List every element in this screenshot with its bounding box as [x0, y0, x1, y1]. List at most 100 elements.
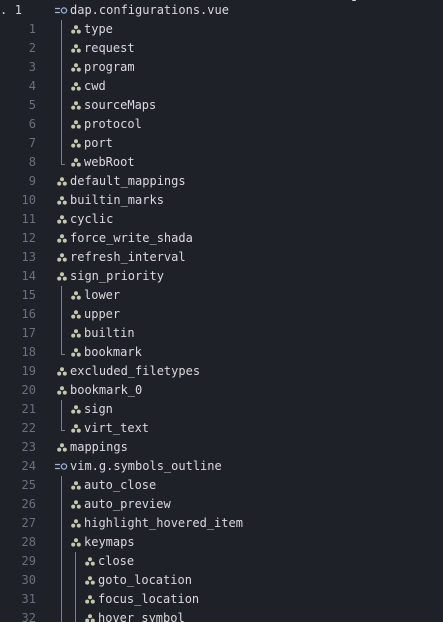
symbol-label: sign — [84, 402, 113, 416]
outline-row[interactable]: 13 refresh_interval — [0, 248, 443, 267]
node-icon — [71, 77, 81, 96]
outline-row[interactable]: 19 excluded_filetypes — [0, 362, 443, 381]
outline-row[interactable]: 1 type — [0, 20, 443, 39]
outline-row[interactable]: 21 sign — [0, 400, 443, 419]
indent-guide — [61, 96, 62, 115]
indent-guide — [61, 400, 62, 419]
outline-row[interactable]: 11 cyclic — [0, 210, 443, 229]
symbol-label: mappings — [70, 440, 128, 454]
indent-guide — [61, 533, 62, 552]
node-icon — [85, 590, 95, 609]
outline-row[interactable]: 5 sourceMaps — [0, 96, 443, 115]
line-number: 1 — [28, 22, 36, 36]
indent-guide — [61, 39, 62, 58]
symbol-label: keymaps — [84, 535, 135, 549]
node-icon — [71, 39, 81, 58]
line-number: 30 — [21, 573, 36, 587]
indent-guide — [75, 571, 76, 590]
outline-row[interactable]: 27 highlight_hovered_item — [0, 514, 443, 533]
symbol-label: builtin — [84, 326, 135, 340]
outline-row[interactable]: 30 goto_location — [0, 571, 443, 590]
outline-root-row[interactable]: . 1 dap.configurations.vue — [0, 1, 443, 20]
symbol-label: close — [98, 554, 135, 568]
symbol-label: bookmark_0 — [70, 383, 143, 397]
symbol-label: virt_text — [84, 421, 150, 435]
outline-row[interactable]: 15 lower — [0, 286, 443, 305]
outline-row[interactable]: 28 keymaps — [0, 533, 443, 552]
symbol-label: bookmark — [84, 345, 142, 359]
outline-row[interactable]: 9 default_mappings — [0, 172, 443, 191]
indent-guide — [61, 20, 62, 39]
symbol-label: default_mappings — [70, 174, 186, 188]
node-icon — [85, 552, 95, 571]
symbol-label: request — [84, 41, 135, 55]
indent-guide — [61, 514, 62, 533]
node-icon — [71, 115, 81, 134]
indent-guide — [61, 495, 62, 514]
outline-row[interactable]: 23 mappings — [0, 438, 443, 457]
outline-row[interactable]: 2 request — [0, 39, 443, 58]
line-number: 31 — [21, 592, 36, 606]
line-number: 9 — [28, 174, 36, 188]
symbol-label: protocol — [84, 117, 142, 131]
indent-guide-corner — [61, 430, 65, 431]
mapping-icon — [55, 1, 68, 20]
symbols-outline-pane: . 1 dap.configurations.vue 1 type 2 request 3 pr… — [0, 0, 443, 622]
symbol-label: vim.g.symbols_outline — [70, 459, 222, 473]
node-icon — [71, 96, 81, 115]
indent-guide — [61, 305, 62, 324]
line-number: 7 — [28, 136, 36, 150]
outline-row[interactable]: 25 auto_close — [0, 476, 443, 495]
node-icon — [71, 305, 81, 324]
node-icon — [85, 609, 95, 622]
line-number: 10 — [21, 193, 36, 207]
indent-guide — [61, 609, 62, 622]
indent-guide — [61, 286, 62, 305]
outline-row[interactable]: 24 vim.g.symbols_outline — [0, 457, 443, 476]
line-number: 24 — [21, 459, 36, 473]
symbol-label: sign_priority — [70, 269, 164, 283]
line-number: 16 — [21, 307, 36, 321]
outline-row[interactable]: 10 builtin_marks — [0, 191, 443, 210]
outline-row[interactable]: 6 protocol — [0, 115, 443, 134]
outline-row[interactable]: 16 upper — [0, 305, 443, 324]
indent-guide — [61, 552, 62, 571]
symbol-label: auto_preview — [84, 497, 171, 511]
outline-row[interactable]: 18 bookmark — [0, 343, 443, 362]
symbol-label: sourceMaps — [84, 98, 157, 112]
outline-row[interactable]: 14 sign_priority — [0, 267, 443, 286]
node-icon — [71, 343, 81, 362]
line-number: 5 — [28, 98, 36, 112]
symbol-label: highlight_hovered_item — [84, 516, 243, 530]
node-icon — [71, 476, 81, 495]
outline-row[interactable]: 26 auto_preview — [0, 495, 443, 514]
outline-row[interactable]: 31 focus_location — [0, 590, 443, 609]
outline-row[interactable]: 32 hover_symbol — [0, 609, 443, 622]
line-number: 8 — [28, 155, 36, 169]
outline-row[interactable]: 7 port — [0, 134, 443, 153]
symbol-label: focus_location — [98, 592, 200, 606]
indent-guide-corner — [61, 164, 65, 165]
outline-row[interactable]: 17 builtin — [0, 324, 443, 343]
node-icon — [57, 362, 67, 381]
outline-row[interactable]: 8 webRoot — [0, 153, 443, 172]
symbol-label: program — [84, 60, 135, 74]
line-number: 18 — [21, 345, 36, 359]
symbol-label: cyclic — [70, 212, 114, 226]
outline-row[interactable]: 22 virt_text — [0, 419, 443, 438]
line-number: 12 — [21, 231, 36, 245]
outline-row[interactable]: 4 cwd — [0, 77, 443, 96]
outline-row[interactable]: 3 program — [0, 58, 443, 77]
indent-guide — [61, 134, 62, 153]
symbol-label: hover_symbol — [98, 611, 185, 622]
outline-row[interactable]: 29 close — [0, 552, 443, 571]
node-icon — [71, 134, 81, 153]
outline-row[interactable]: 12 force_write_shada — [0, 229, 443, 248]
outline-row[interactable]: 20 bookmark_0 — [0, 381, 443, 400]
symbol-label: refresh_interval — [70, 250, 186, 264]
symbol-label: dap.configurations.vue — [70, 3, 229, 17]
indent-guide — [61, 58, 62, 77]
line-number: 2 — [28, 41, 36, 55]
line-number: 32 — [21, 611, 36, 622]
indent-guide — [61, 77, 62, 96]
